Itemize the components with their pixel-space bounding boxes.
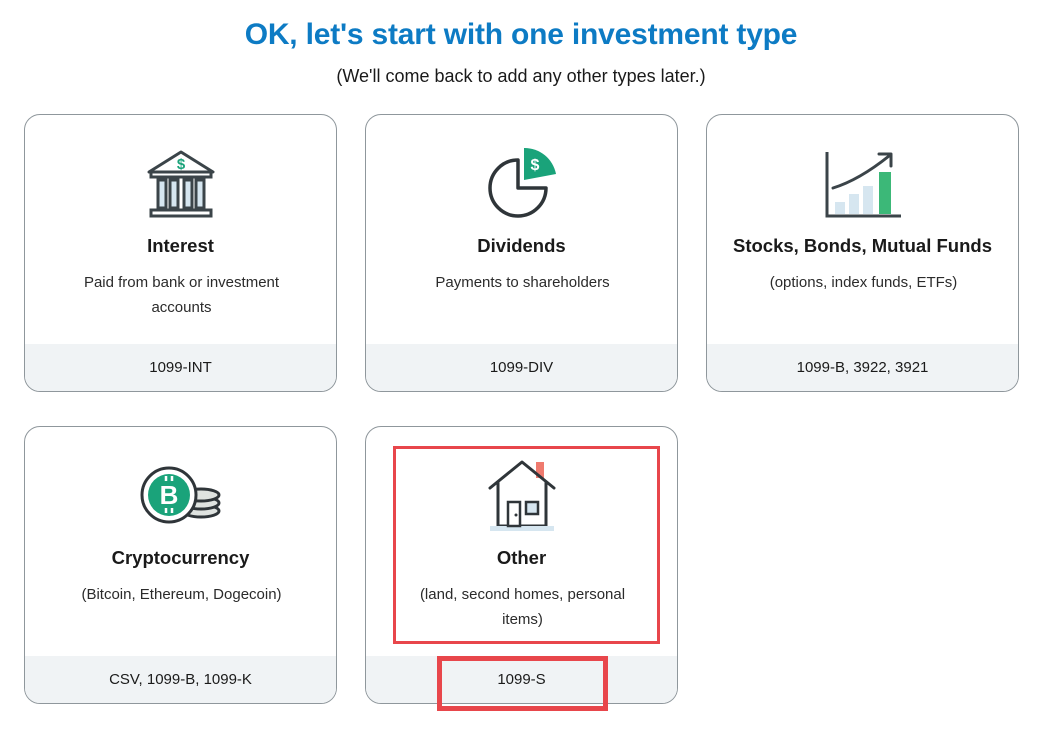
page-subtitle: (We'll come back to add any other types …	[336, 66, 706, 86]
card-title: Cryptocurrency	[111, 547, 250, 568]
svg-text:$: $	[530, 157, 539, 174]
card-stocks-bonds-mutual-funds[interactable]: Stocks, Bonds, Mutual Funds (options, in…	[706, 114, 1019, 392]
card-dividends[interactable]: $ Dividends Payments to shareholders 109…	[365, 114, 678, 392]
card-interest[interactable]: $ Interest Paid from bank or investment …	[24, 114, 337, 392]
card-description: (options, index funds, ETFs)	[769, 274, 958, 291]
card-title: Interest	[147, 235, 214, 256]
card-title: Dividends	[477, 235, 566, 256]
bar-chart-growth-icon	[825, 152, 901, 218]
card-description: (land, second homes, personal items)	[419, 586, 626, 628]
card-description: Paid from bank or investment accounts	[83, 274, 280, 316]
card-description: Payments to shareholders	[435, 274, 610, 291]
card-description: (Bitcoin, Ethereum, Dogecoin)	[81, 586, 282, 603]
card-forms: 1099-B, 3922, 3921	[707, 344, 1018, 391]
card-forms: CSV, 1099-B, 1099-K	[25, 656, 336, 703]
house-icon	[488, 460, 555, 531]
card-forms: 1099-DIV	[366, 344, 677, 391]
card-cryptocurrency[interactable]: B Cryptocurrency (Bitcoin, Ethereum, Dog…	[24, 426, 337, 704]
card-title: Other	[496, 547, 547, 568]
svg-text:$: $	[176, 156, 185, 173]
card-forms: 1099-INT	[25, 344, 336, 391]
pie-chart-dollar-icon: $	[487, 147, 556, 218]
page-title: OK, let's start with one investment type	[244, 18, 798, 51]
card-forms: 1099-S	[366, 656, 677, 703]
card-other[interactable]: Other (land, second homes, personal item…	[365, 426, 678, 704]
bitcoin-coins-icon: B	[140, 466, 220, 524]
investment-type-page: OK, let's start with one investment type…	[0, 0, 1060, 755]
svg-text:B: B	[159, 480, 178, 510]
bank-icon: $	[147, 150, 214, 218]
card-title: Stocks, Bonds, Mutual Funds	[732, 235, 992, 256]
